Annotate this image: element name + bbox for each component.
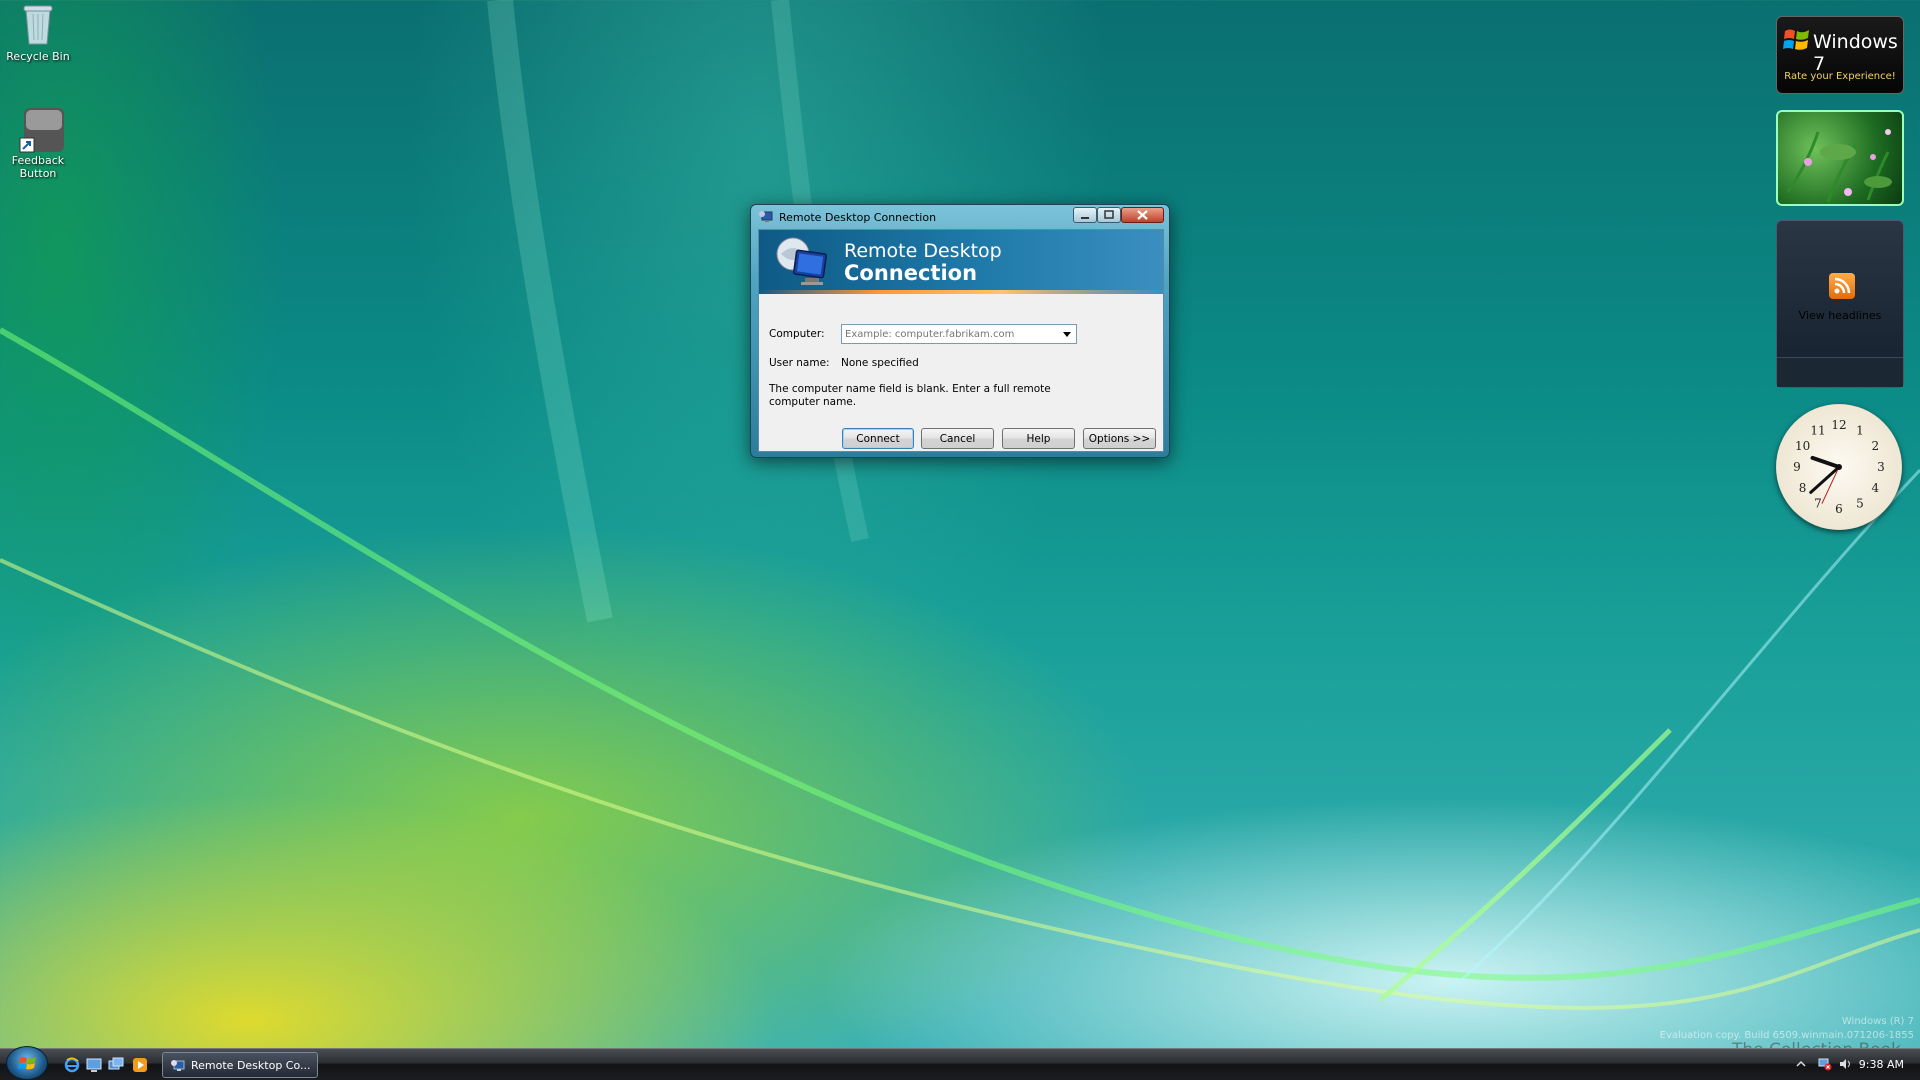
remote-desktop-logo-icon: [776, 237, 828, 285]
gadget-feed-headlines[interactable]: View headlines: [1776, 220, 1904, 388]
username-label: User name:: [769, 357, 830, 369]
username-value: None specified: [841, 357, 919, 369]
clock-center: [1836, 464, 1842, 470]
clock-number: 8: [1799, 481, 1807, 495]
computer-blank-message: The computer name field is blank. Enter …: [769, 383, 1051, 408]
clock-number: 10: [1795, 439, 1810, 453]
minimize-button[interactable]: [1073, 207, 1097, 223]
remote-desktop-app-icon: [759, 211, 773, 222]
feed-toolbar: [1777, 357, 1903, 387]
volume-icon[interactable]: [1838, 1057, 1852, 1071]
gadget-win7-title: Windows 7: [1813, 31, 1898, 75]
windows-orb-icon: [18, 1057, 36, 1070]
feed-view-headlines-label[interactable]: View headlines: [1777, 309, 1903, 322]
rss-feed-icon: [1829, 273, 1855, 299]
maximize-icon: [1104, 210, 1114, 219]
clock-number: 7: [1814, 496, 1822, 510]
clock-number: 5: [1856, 496, 1864, 510]
feedback-button-label: Feedback Button: [11, 154, 65, 180]
gadget-windows7-rate[interactable]: Windows 7 Rate your Experience!: [1776, 16, 1904, 94]
clock-minute-hand: [1809, 465, 1841, 494]
clock-face: 12 12 3 45678 9 1011: [1793, 418, 1885, 516]
taskbar-item-remote-desktop[interactable]: Remote Desktop Co...: [162, 1052, 318, 1078]
clock-number: 3: [1877, 460, 1885, 474]
recycle-bin-icon: [18, 2, 58, 46]
clock-number: 2: [1872, 439, 1880, 453]
show-hidden-icons-icon[interactable]: [1794, 1057, 1808, 1071]
banner-title-line1: Remote Desktop: [844, 240, 1002, 262]
computer-label: Computer:: [769, 328, 825, 340]
close-icon: [1137, 210, 1148, 220]
media-player-icon[interactable]: [132, 1057, 148, 1073]
start-button[interactable]: [6, 1046, 48, 1080]
network-icon[interactable]: [1818, 1057, 1832, 1071]
computer-input[interactable]: [842, 325, 1052, 343]
windows-flag-icon: [1783, 29, 1809, 50]
dialog-title: Remote Desktop Connection: [779, 211, 937, 224]
help-button[interactable]: Help: [1002, 428, 1075, 449]
dialog-banner: Remote Desktop Connection: [759, 230, 1163, 294]
clock-second-hand: [1821, 466, 1840, 504]
dialog-titlebar[interactable]: Remote Desktop Connection: [751, 205, 1169, 229]
dialog-client-area: Remote Desktop Connection Computer: User…: [758, 229, 1164, 452]
ie-icon[interactable]: [64, 1057, 80, 1073]
banner-accent-stripe: [759, 290, 1163, 294]
clock-number: 11: [1810, 424, 1825, 438]
computer-combobox[interactable]: [841, 324, 1077, 344]
recycle-bin-label: Recycle Bin: [6, 50, 70, 63]
remote-desktop-dialog[interactable]: Remote Desktop Connection Remote Desktop…: [750, 204, 1170, 458]
clock-number: 12: [1831, 418, 1846, 432]
desktop-icon-feedback-button[interactable]: Feedback Button: [0, 106, 76, 180]
clock-hour-hand: [1810, 455, 1841, 469]
clock-number: 1: [1856, 424, 1864, 438]
minimize-icon: [1081, 217, 1089, 219]
taskbar-clock[interactable]: 9:38 AM: [1859, 1058, 1904, 1071]
clock-number: 9: [1793, 460, 1801, 474]
computer-dropdown-button[interactable]: [1058, 325, 1076, 343]
maximize-button[interactable]: [1097, 207, 1121, 223]
options-button[interactable]: Options >>: [1083, 428, 1156, 449]
show-desktop-icon[interactable]: [86, 1057, 102, 1073]
desktop-icon-recycle-bin[interactable]: Recycle Bin: [0, 2, 76, 63]
cancel-button[interactable]: Cancel: [921, 428, 994, 449]
gadget-slideshow[interactable]: [1776, 110, 1904, 206]
connect-button[interactable]: Connect: [842, 428, 914, 449]
wallpaper-swoosh: [0, 0, 1920, 1010]
taskbar-item-label: Remote Desktop Co...: [191, 1059, 311, 1072]
switch-windows-icon[interactable]: [108, 1057, 124, 1073]
clock-number: 4: [1872, 481, 1880, 495]
chevron-down-icon: [1063, 332, 1071, 337]
gadget-win7-subtitle[interactable]: Rate your Experience!: [1777, 71, 1903, 82]
slideshow-photo: [1786, 129, 1892, 203]
remote-desktop-app-icon: [171, 1060, 185, 1071]
feedback-button-icon: [18, 106, 64, 153]
build-watermark-line1: Windows (R) 7: [1841, 1016, 1914, 1027]
clock-number: 6: [1835, 502, 1843, 516]
close-button[interactable]: [1121, 207, 1164, 223]
banner-title-line2: Connection: [844, 261, 978, 285]
gadget-clock[interactable]: 12 1 2 3 4 5 6 7 8 9 10 11: [1776, 404, 1902, 530]
